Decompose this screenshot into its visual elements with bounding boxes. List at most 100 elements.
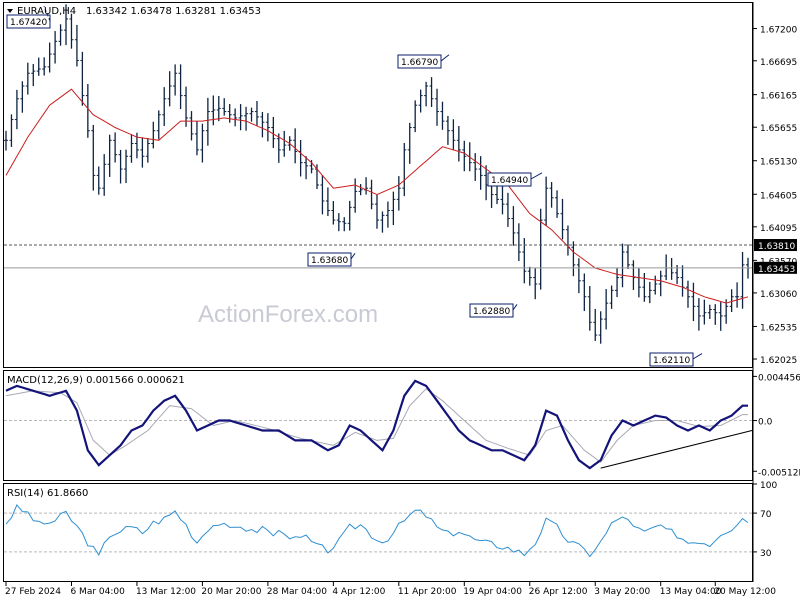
rsi-title: RSI(14) 61.8660 [7, 488, 88, 499]
ohlc-bar [145, 138, 150, 163]
ohlc-bar [4, 130, 8, 151]
ohlc-bar [385, 201, 390, 228]
ohlc-bar [194, 121, 199, 156]
price-tick-label: 1.62535 [760, 323, 797, 333]
ohlc-bar [511, 206, 516, 246]
ohlc-bar [527, 266, 532, 286]
rsi-tick-label: 30 [760, 549, 772, 559]
ohlc-bar [565, 225, 570, 256]
ohlc-bar [347, 200, 352, 231]
ohlc-bar [9, 114, 14, 147]
chart-canvas: ActionForex.com 1.67200 1.66695 1.66165 1.6… [3, 2, 800, 597]
ohlc-bar [80, 51, 85, 106]
annotation-leader [512, 304, 518, 311]
ohlc-bar [205, 97, 210, 146]
ohlc-bar [238, 104, 243, 131]
ohlc-bar [609, 285, 614, 309]
macd-signal-line [5, 388, 748, 463]
ohlc-bar [162, 87, 167, 127]
annotation-text: 1.62880 [473, 307, 510, 317]
chart-window: ActionForex.com 1.67200 1.66695 1.66165 1.6… [0, 0, 800, 600]
time-tick-label: 27 Feb 2024 [5, 587, 61, 597]
time-tick-label: 26 Apr 12:00 [529, 587, 588, 597]
ohlc-bar [435, 88, 440, 126]
ohlc-bar [293, 128, 298, 164]
ohlc-bar [58, 24, 63, 46]
watermark: ActionForex.com [198, 301, 378, 328]
rsi-tick-label: 100 [760, 481, 777, 491]
ohlc-bar [647, 281, 652, 304]
ohlc-bar [36, 57, 41, 76]
ohlc-bar [260, 112, 265, 138]
ohlc-bar [189, 111, 194, 141]
ohlc-bar [254, 100, 259, 126]
time-tick-label: 4 Apr 12:00 [332, 587, 385, 597]
ohlc-bar [249, 107, 254, 122]
time-tick-label: 20 May 12:00 [714, 587, 776, 597]
ohlc-bar [298, 140, 303, 177]
ohlc-bar [555, 190, 560, 218]
ohlc-bar [167, 71, 172, 107]
ohlc-bar [691, 282, 696, 322]
price-tick-label: 1.63060 [760, 290, 797, 300]
macd-title: MACD(12,26,9) 0.001566 0.000621 [7, 375, 185, 386]
ohlc-bar [735, 282, 740, 308]
ohlc-bar [658, 270, 663, 297]
price-tick-label: 1.62025 [760, 356, 797, 366]
ohlc-bar [451, 119, 456, 150]
ohlc-bar [96, 166, 101, 195]
annotation-text: 1.67420 [10, 18, 47, 28]
time-tick-label: 6 Mar 04:00 [70, 587, 125, 597]
ohlc-bar [696, 298, 701, 331]
resistance-price-tag: 1.63810 [754, 239, 797, 252]
ohlc-bar [74, 24, 79, 67]
ohlc-bar [685, 280, 690, 308]
ohlc-bar [265, 113, 270, 142]
ohlc-bar [53, 31, 58, 64]
ohlc-bar [271, 116, 276, 148]
ohlc-bar [320, 174, 325, 215]
price-tick-label: 1.65130 [760, 158, 797, 168]
ohlc-bar [625, 244, 630, 269]
annotation-text: 1.66790 [401, 58, 438, 68]
ohlc-bar [707, 304, 712, 319]
price-tick-label: 1.66695 [760, 58, 797, 68]
macd-tick-label: -0.00512B [758, 468, 800, 478]
time-tick-label: 20 Mar 20:00 [201, 587, 261, 597]
ohlc-bar [369, 179, 374, 210]
ohlc-bar [642, 272, 647, 302]
ohlc-bar [533, 268, 538, 300]
ohlc-bar [124, 149, 129, 184]
ohlc-bar [396, 176, 401, 211]
rsi-tick-label: 70 [760, 510, 772, 520]
ohlc-bar [740, 251, 745, 309]
ohlc-bar [129, 134, 134, 163]
annotation-leader [692, 353, 703, 360]
ohlc-bar [505, 192, 510, 227]
ohlc-bar [445, 115, 450, 145]
rsi-pane [3, 483, 753, 582]
ohlc-bar [216, 95, 221, 122]
ohlc-bar [325, 187, 330, 217]
price-annotation: 1.62880 [469, 303, 518, 318]
ohlc-bar [582, 273, 587, 312]
ohlc-bar [680, 265, 685, 297]
ohlc-bar [587, 286, 592, 331]
annotation-text: 1.62110 [653, 356, 690, 366]
ohlc-bar [31, 64, 36, 87]
ohlc-bar [516, 223, 521, 261]
time-tick-label: 3 May 20:00 [594, 587, 650, 597]
annotation-leader [350, 253, 356, 260]
triangle-down-icon[interactable] [7, 9, 13, 13]
resistance-price-tag-text: 1.63810 [758, 242, 795, 252]
price-tick-label: 1.67200 [760, 26, 797, 36]
ohlc-bar [336, 213, 341, 232]
ohlc-bar [636, 268, 641, 298]
ohlc-bar [107, 134, 112, 177]
time-tick-label: 11 Apr 20:00 [398, 587, 457, 597]
ohlc-bar [413, 100, 418, 133]
ohlc-bar [282, 130, 287, 157]
ohlc-bar [631, 260, 636, 290]
ohlc-bar [233, 108, 238, 127]
ohlc-bar [91, 124, 96, 191]
